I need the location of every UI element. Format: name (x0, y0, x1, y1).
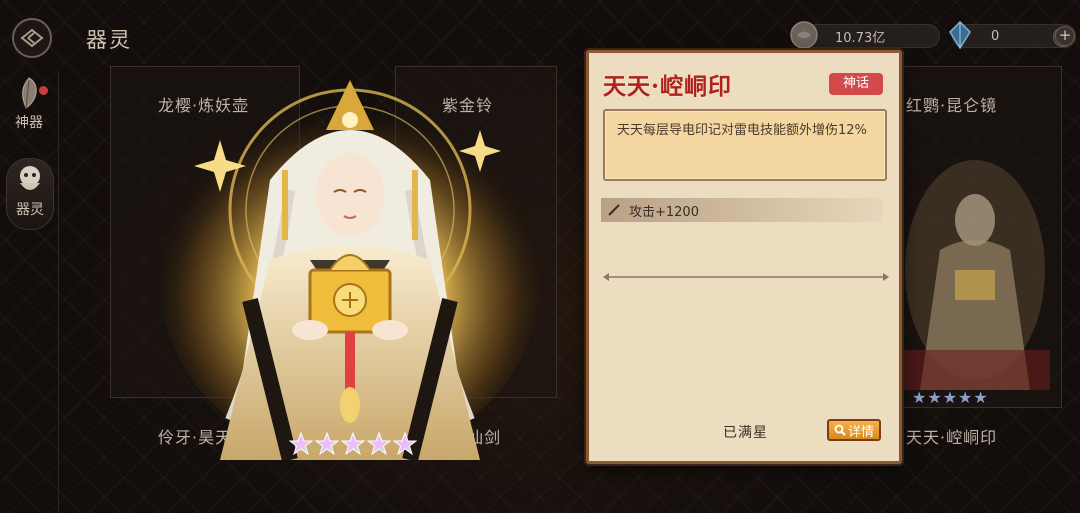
coin-icon (789, 20, 819, 54)
divider (603, 273, 889, 281)
nav-label-artifact: 神器 (15, 115, 43, 131)
star-icon: ★ (958, 388, 973, 407)
star-icon: ★ (973, 388, 988, 407)
detail-button[interactable]: 详情 (827, 419, 881, 441)
spirit-icon (20, 166, 40, 190)
rarity-badge: 神话 (829, 73, 883, 95)
card-name-3: 红鹦·昆仑镜 (906, 96, 998, 115)
popup-title: 天天·崆峒印 (603, 73, 733, 100)
stat-row: 攻击+1200 (601, 198, 883, 222)
magnifier-icon (834, 424, 846, 436)
spirit-detail-popup: 天天·崆峒印 神话 天天每层导电印记对雷电技能额外增伤12% 攻击+1200 已… (586, 50, 902, 464)
star-icon: ★ (942, 388, 958, 407)
star-icon: ★ (927, 388, 942, 407)
stat-value: 攻击+1200 (629, 204, 699, 220)
side-nav: 神器 器灵 (0, 72, 59, 513)
star-icon (289, 432, 313, 456)
back-button[interactable] (12, 18, 52, 58)
hero-star-rating (289, 432, 417, 456)
star-icon (393, 432, 417, 456)
sword-icon (608, 204, 620, 216)
star-icon (341, 432, 365, 456)
thumbnail-star-rating: ★ ★ ★ ★ ★ (912, 388, 988, 407)
spirit-thumbnail (900, 150, 1050, 400)
card-name-6: 天天·崆峒印 (906, 428, 998, 447)
crystal-icon (945, 20, 975, 54)
max-star-status: 已满星 (723, 425, 768, 441)
notification-dot (39, 86, 48, 95)
coin-value: 10.73亿 (835, 30, 886, 46)
star-icon: ★ (912, 388, 927, 407)
back-arrow-icon (20, 28, 44, 48)
skill-description: 天天每层导电印记对雷电技能额外增伤12% (603, 109, 887, 181)
add-coin-button[interactable]: + (1055, 26, 1075, 46)
spirit-portrait (150, 60, 550, 462)
crystal-value: 0 (991, 28, 1000, 44)
nav-item-spirit[interactable]: 器灵 (6, 158, 54, 230)
detail-label: 详情 (847, 424, 874, 440)
nav-item-artifact[interactable]: 神器 (6, 76, 52, 146)
page-title: 器灵 (86, 28, 132, 52)
star-icon (367, 432, 391, 456)
coin-currency: 10.73亿 (790, 21, 940, 49)
nav-label-spirit: 器灵 (16, 202, 44, 218)
star-icon (315, 432, 339, 456)
